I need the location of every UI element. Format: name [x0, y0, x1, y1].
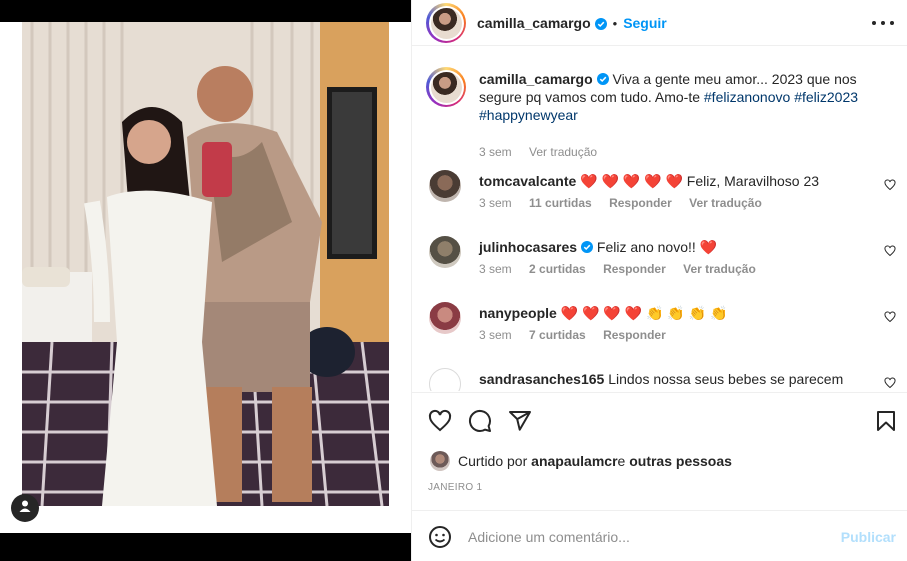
liker-username[interactable]: anapaulamcr [531, 453, 617, 469]
emoji-icon[interactable] [428, 525, 452, 549]
caption-text: camilla_camargo Viva a gente meu amor...… [479, 70, 874, 124]
comment-emojis: ❤️ [699, 239, 718, 255]
comment-body: Feliz, Maravilhoso 23 [682, 173, 820, 189]
like-comment-heart-icon[interactable] [884, 244, 896, 257]
comment-meta: 3 sem 7 curtidas Responder [479, 328, 680, 342]
verified-icon [596, 71, 609, 85]
verified-icon [581, 239, 594, 253]
post-header: camilla_camargo • Seguir [412, 0, 907, 46]
bookmark-icon[interactable] [874, 409, 898, 433]
verified-icon [594, 17, 607, 30]
instagram-post-modal: camilla_camargo • Seguir camilla_camargo… [0, 0, 907, 561]
comment-text: sandrasanches165 Lindos nossa seus bebes… [479, 370, 869, 391]
comment-item: nanypeople ❤️ ❤️ ❤️ ❤️ 👏 👏 👏 👏 3 sem 7 c… [426, 302, 896, 354]
post-actions: Curtido por anapaulamcr e outras pessoas… [412, 392, 907, 510]
like-comment-heart-icon[interactable] [884, 178, 896, 191]
comment-item: julinhocasares Feliz ano novo!! ❤️ 3 sem… [426, 236, 896, 288]
comment-likes[interactable]: 11 curtidas [529, 196, 592, 210]
comment-likes[interactable]: 2 curtidas [529, 262, 586, 276]
like-comment-heart-icon[interactable] [884, 376, 896, 389]
comment-icon[interactable] [468, 409, 492, 433]
tag-user-icon [18, 499, 32, 518]
author-avatar[interactable] [426, 3, 466, 43]
commenter-avatar[interactable] [429, 302, 461, 334]
caption-meta: 3 sem Ver tradução [479, 145, 611, 159]
comment-emojis: ❤️ ❤️ ❤️ ❤️ [560, 305, 646, 321]
others-link[interactable]: outras pessoas [629, 453, 732, 469]
comment-item: sandrasanches165 Lindos nossa seus bebes… [426, 368, 896, 391]
liked-by-row: Curtido por anapaulamcr e outras pessoas [430, 451, 732, 471]
comment-meta: 3 sem 2 curtidas Responder Ver tradução [479, 262, 770, 276]
liker-avatar[interactable] [430, 451, 450, 471]
translate-link[interactable]: Ver tradução [683, 262, 756, 276]
comment-body: Feliz ano novo!! [593, 239, 700, 255]
photo-panel [0, 0, 411, 561]
hashtag-link[interactable]: #felizanonovo [704, 89, 790, 105]
translate-link[interactable]: Ver tradução [689, 196, 762, 210]
liked-by-middle: e [617, 453, 626, 469]
commenter-avatar[interactable] [429, 236, 461, 268]
commenter-username[interactable]: sandrasanches165 [479, 371, 604, 387]
reply-button[interactable]: Responder [609, 196, 672, 210]
reply-button[interactable]: Responder [603, 262, 666, 276]
comment-input[interactable] [468, 527, 818, 547]
share-icon[interactable] [508, 409, 532, 433]
post-photo[interactable] [22, 22, 389, 506]
comment-emojis: ❤️ ❤️ ❤️ ❤️ ❤️ [580, 173, 683, 189]
follow-button[interactable]: Seguir [623, 15, 667, 31]
commenter-avatar[interactable] [429, 368, 461, 391]
comment-time: 3 sem [479, 196, 512, 210]
comment-text: nanypeople ❤️ ❤️ ❤️ ❤️ 👏 👏 👏 👏 [479, 304, 869, 322]
author-name-row: camilla_camargo • Seguir [477, 15, 667, 31]
tag-user-button[interactable] [11, 494, 39, 522]
comment-time: 3 sem [479, 328, 512, 342]
comment-claps: 👏 👏 👏 👏 [645, 305, 728, 321]
comment-time: 3 sem [479, 262, 512, 276]
commenter-avatar[interactable] [429, 170, 461, 202]
translate-link[interactable]: Ver tradução [529, 145, 597, 159]
comment-item: tomcavalcante ❤️ ❤️ ❤️ ❤️ ❤️ Feliz, Mara… [426, 170, 896, 222]
comments-list[interactable]: camilla_camargo Viva a gente meu amor...… [412, 55, 907, 391]
photo-letterbox-bottom [0, 533, 411, 561]
commenter-username[interactable]: nanypeople [479, 305, 557, 321]
heart-icon[interactable] [428, 409, 452, 433]
post-date[interactable]: JANEIRO 1 [428, 482, 482, 493]
comment-meta: 3 sem 11 curtidas Responder Ver tradução [479, 196, 776, 210]
photo-letterbox-top [0, 0, 411, 22]
add-comment-bar: Publicar [412, 510, 907, 561]
caption-time: 3 sem [479, 145, 512, 159]
hashtag-link[interactable]: #feliz2023 [794, 89, 858, 105]
comment-text: julinhocasares Feliz ano novo!! ❤️ [479, 238, 869, 256]
caption-avatar[interactable] [426, 67, 466, 107]
publish-button[interactable]: Publicar [841, 529, 896, 545]
liked-by-prefix: Curtido por [458, 453, 528, 469]
comment-likes[interactable]: 7 curtidas [529, 328, 586, 342]
like-comment-heart-icon[interactable] [884, 310, 896, 323]
caption-username[interactable]: camilla_camargo [479, 71, 593, 87]
commenter-username[interactable]: julinhocasares [479, 239, 577, 255]
comment-text: tomcavalcante ❤️ ❤️ ❤️ ❤️ ❤️ Feliz, Mara… [479, 172, 869, 190]
more-icon[interactable] [872, 14, 894, 32]
header-separator: • [612, 15, 618, 31]
commenter-username[interactable]: tomcavalcante [479, 173, 576, 189]
hashtag-link[interactable]: #happynewyear [479, 107, 578, 123]
author-username[interactable]: camilla_camargo [477, 15, 591, 31]
post-side-panel: camilla_camargo • Seguir camilla_camargo… [411, 0, 907, 561]
reply-button[interactable]: Responder [603, 328, 666, 342]
